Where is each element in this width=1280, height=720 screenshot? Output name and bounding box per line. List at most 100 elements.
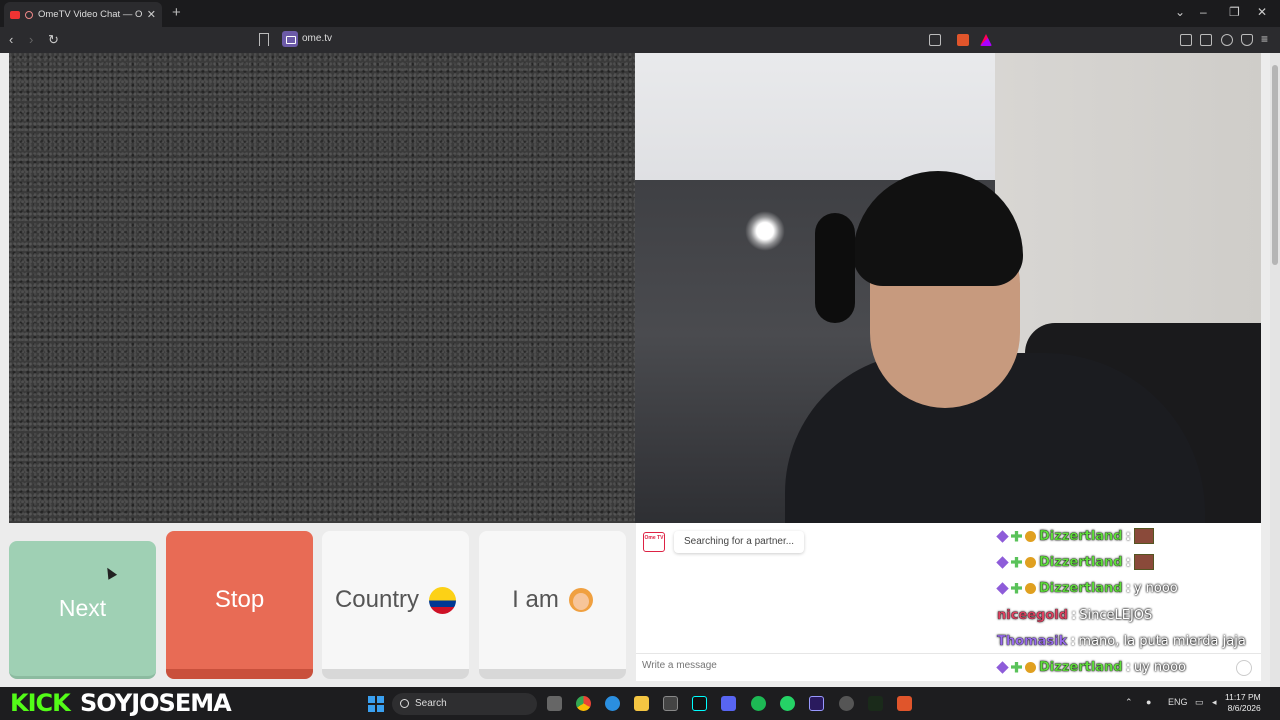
back-button[interactable]: ‹ [9, 32, 13, 47]
ometv-logo: Ome TV [643, 532, 665, 552]
tiktok-icon[interactable] [692, 696, 707, 711]
lamp-light [745, 211, 785, 251]
close-tab-icon[interactable]: ✕ [147, 8, 156, 21]
system-clock[interactable]: 11:17 PM 8/6/2026 [1225, 692, 1261, 714]
maximize-button[interactable]: ❐ [1229, 5, 1240, 19]
plus-badge-icon [1011, 661, 1022, 673]
gender-button[interactable]: I am [479, 531, 626, 679]
gender-label: I am [512, 586, 559, 613]
headphones [815, 213, 855, 323]
chat-username: Dizzertland [1039, 554, 1123, 570]
brave-icon[interactable] [897, 696, 912, 711]
colombia-flag-icon [429, 586, 457, 614]
background-wall [995, 53, 1261, 353]
url-text: ome.tv [302, 33, 333, 44]
chat-username: Thomasik [997, 633, 1068, 649]
youtube-icon [10, 10, 20, 19]
leo-ai-icon[interactable] [1221, 34, 1233, 46]
tray-chevron-icon[interactable]: ⌃ [1125, 697, 1133, 708]
scrollbar-thumb[interactable] [1272, 65, 1278, 265]
wallet-icon[interactable] [1200, 34, 1212, 46]
kick-logo: KICK [10, 689, 71, 717]
close-window-button[interactable]: ✕ [1257, 5, 1267, 19]
file-explorer-icon[interactable] [634, 696, 649, 711]
minimize-button[interactable]: – [1200, 5, 1207, 19]
gold-badge-icon [1025, 530, 1036, 542]
chat-separator: : [1125, 580, 1131, 596]
plus-badge-icon [1011, 556, 1022, 568]
chat-separator: : [1125, 528, 1131, 544]
stop-button[interactable]: Stop [166, 531, 313, 679]
clock-time: 11:17 PM [1225, 692, 1261, 702]
bookmark-icon[interactable] [259, 33, 269, 46]
sidebar-icon[interactable] [1180, 34, 1192, 46]
chat-username: Dizzertland [1039, 528, 1123, 544]
vpn-icon[interactable] [1241, 34, 1253, 46]
windows-start-icon[interactable] [368, 696, 384, 712]
boy-emoji-icon [568, 588, 593, 612]
ometv-page: Ome TV Searching for a partner... Dizzer… [0, 53, 1270, 687]
emote-image [1133, 554, 1154, 570]
terminal-icon[interactable] [868, 696, 883, 711]
sub-badge-icon [996, 529, 1009, 543]
chat-line: Dizzertland : [996, 525, 1154, 547]
address-bar-row: ‹ › ↻ ome.tv ≡ [0, 27, 1280, 53]
app-icon[interactable] [839, 696, 854, 711]
streamer-handle: SOYJOSEMA [80, 689, 232, 717]
next-label: Next [58, 595, 107, 621]
chrome-icon[interactable] [576, 696, 591, 711]
page-scrollbar[interactable] [1270, 53, 1280, 687]
chat-message: y nooo [1133, 580, 1178, 596]
volume-icon[interactable]: ◂ [1212, 697, 1217, 708]
plus-badge-icon [1011, 582, 1022, 594]
sub-badge-icon [996, 581, 1009, 595]
partner-video-static [9, 53, 635, 523]
recording-icon [25, 10, 33, 19]
clock-date: 8/6/2026 [1227, 703, 1261, 713]
emote-image [1133, 528, 1154, 544]
microphone-icon[interactable]: ● [1146, 697, 1151, 707]
brave-shield-icon[interactable] [957, 34, 969, 46]
chat-line: Thomasik : mano, la puta mierda jaja [997, 630, 1246, 652]
sub-badge-icon [996, 660, 1009, 674]
network-icon[interactable]: ▭ [1195, 697, 1204, 708]
next-button[interactable]: Next [9, 541, 156, 679]
browser-tab[interactable]: OmeTV Video Chat — Omeg ✕ [4, 2, 162, 27]
reload-button[interactable]: ↻ [48, 32, 59, 48]
menu-icon[interactable]: ≡ [1261, 32, 1273, 46]
chat-username: niceegold [997, 607, 1069, 623]
language-indicator[interactable]: ENG [1168, 697, 1188, 707]
cast-icon[interactable] [929, 34, 941, 46]
spotify-icon[interactable] [751, 696, 766, 711]
url-field[interactable]: ome.tv [280, 30, 1000, 50]
chat-separator: : [1125, 554, 1131, 570]
tab-list-chevron-icon[interactable]: ⌄ [1175, 5, 1185, 19]
chat-username: Dizzertland [1039, 659, 1123, 675]
chat-line: Dizzertland : y nooo [996, 577, 1178, 599]
site-camera-icon [282, 31, 298, 47]
whatsapp-icon[interactable] [780, 696, 795, 711]
premiere-icon[interactable] [809, 696, 824, 711]
discord-icon[interactable] [721, 696, 736, 711]
forward-button[interactable]: › [29, 32, 33, 47]
new-tab-button[interactable]: + [172, 4, 181, 21]
sub-badge-icon [996, 555, 1009, 569]
chat-line: Dizzertland : [996, 551, 1154, 573]
search-icon [400, 699, 409, 708]
chat-message: SinceLEJOS [1079, 607, 1153, 623]
country-button[interactable]: Country [322, 531, 469, 679]
edge-icon[interactable] [605, 696, 620, 711]
emoji-icon[interactable] [1236, 660, 1252, 676]
browser-tab-strip: OmeTV Video Chat — Omeg ✕ + ⌄ – ❐ ✕ [0, 0, 1280, 27]
searching-status: Searching for a partner... [674, 531, 805, 553]
task-view-icon[interactable] [547, 696, 562, 711]
gold-badge-icon [1025, 582, 1036, 594]
gold-badge-icon [1025, 661, 1036, 673]
own-webcam-video [635, 53, 1261, 523]
plus-badge-icon [1011, 530, 1022, 542]
taskbar: KICK SOYJOSEMA Search ⌃ ● ENG ▭ ◂ 11:17 … [0, 687, 1280, 720]
store-icon[interactable] [663, 696, 678, 711]
chat-separator: : [1070, 633, 1076, 649]
tab-title: OmeTV Video Chat — Omeg [38, 9, 142, 20]
taskbar-search[interactable]: Search [392, 693, 537, 715]
